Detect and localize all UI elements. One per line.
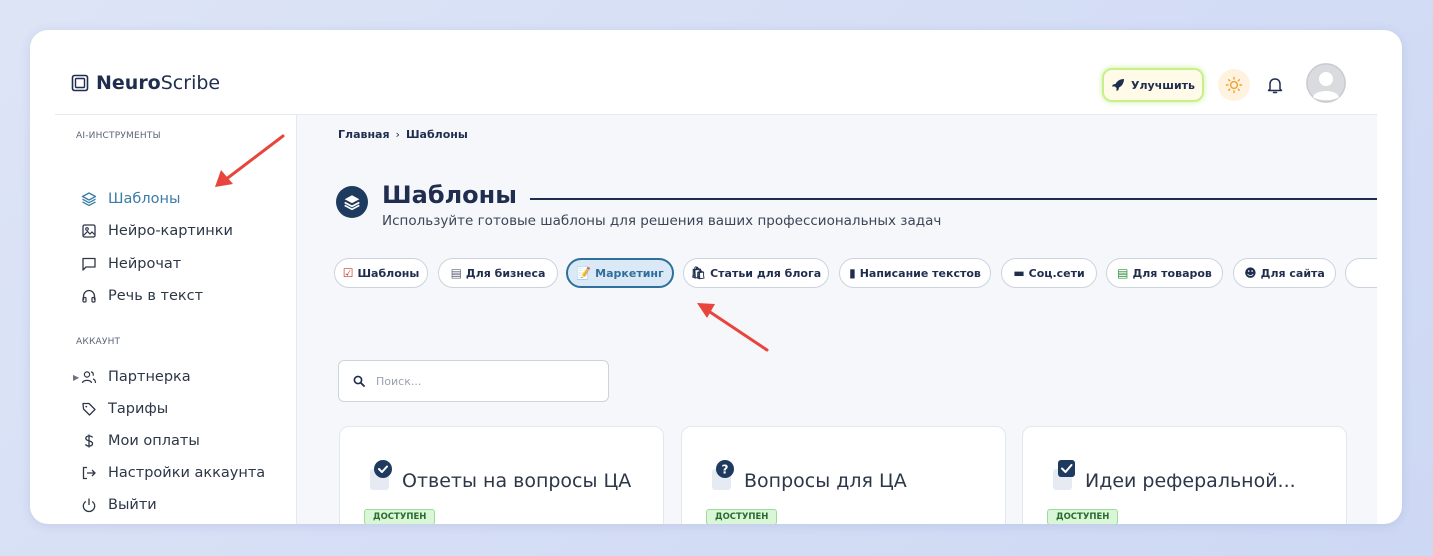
sidebar-item-label: Тарифы (108, 401, 169, 417)
sidebar-item-label: Мои оплаты (108, 433, 200, 449)
template-card[interactable]: Ответы на вопросы ЦА ДОСТУПЕН (339, 426, 664, 524)
breadcrumb-separator: › (395, 128, 400, 141)
shopping-bags-icon: 🛍 (690, 266, 707, 280)
theme-toggle-button[interactable] (1218, 69, 1250, 101)
status-badge: ДОСТУПЕН (364, 509, 436, 524)
filter-chip-label: Шаблоны (357, 266, 420, 280)
status-badge: ДОСТУПЕН (1047, 509, 1119, 524)
sidebar-item-label: Шаблоны (108, 191, 181, 207)
books-icon: ▤ (1117, 266, 1129, 280)
phone-icon: ▮ (849, 266, 856, 280)
logo[interactable]: Neuro Scribe (71, 72, 220, 94)
sun-icon (1225, 76, 1243, 94)
expand-caret-icon[interactable]: ▶ (73, 373, 79, 382)
sidebar-section-title: АККАУНТ (76, 337, 121, 347)
sidebar-item-logout[interactable]: Выйти (81, 494, 157, 516)
checkbox-icon: ☑ (342, 266, 354, 280)
power-icon (82, 498, 96, 513)
dollar-icon (84, 434, 94, 448)
search-input[interactable] (376, 374, 596, 388)
category-filters: ☑ Шаблоны ▤ Для бизнеса 📝 Маркетинг 🛍 Статьи… (334, 258, 1377, 290)
sidebar-item-label: Партнерка (108, 369, 191, 385)
top-bar: Neuro Scribe Улучшить (55, 55, 1377, 115)
sidebar-item-my-payments[interactable]: Мои оплаты (81, 430, 200, 452)
search-icon (353, 375, 365, 387)
memo-icon: 📝 (576, 266, 592, 280)
filter-chip-label: Маркетинг (595, 266, 664, 280)
sidebar-item-label: Настройки аккаунта (108, 465, 266, 481)
filter-chip-label: Написание текстов (859, 266, 981, 280)
template-card[interactable]: ? Вопросы для ЦА ДОСТУПЕН (681, 426, 1006, 524)
upgrade-button[interactable]: Улучшить (1102, 68, 1204, 102)
sidebar-item-neurochat[interactable]: Нейрочат (81, 253, 181, 275)
user-avatar-icon (1306, 63, 1346, 103)
annotation-arrow-icon (215, 134, 285, 187)
sidebar-item-label: Выйти (108, 497, 157, 513)
title-divider (530, 198, 1377, 200)
sidebar-item-templates[interactable]: Шаблоны (81, 188, 180, 210)
filter-chip-social-media[interactable]: ▬ Соц.сети (1001, 258, 1097, 288)
filter-chip-copywriting[interactable]: ▮ Написание текстов (839, 258, 991, 288)
ledger-icon: ▤ (450, 266, 462, 280)
filter-chip-label: Для сайта (1260, 266, 1325, 280)
search-box (338, 360, 609, 402)
filter-chip-label: Соц.сети (1028, 266, 1085, 280)
users-icon (81, 371, 97, 384)
headphones-icon (82, 289, 96, 303)
filter-chip-label: Для бизнеса (465, 266, 546, 280)
filter-chip-marketing[interactable]: 📝 Маркетинг (566, 258, 674, 288)
filter-chip-templates[interactable]: ☑ Шаблоны (334, 258, 428, 288)
filter-chip-business[interactable]: ▤ Для бизнеса (438, 258, 558, 288)
question-circle-icon: ? (712, 460, 734, 490)
sidebar-item-account-settings[interactable]: Настройки аккаунта (81, 462, 265, 484)
sidebar-item-speech-to-text[interactable]: Речь в текст (81, 285, 203, 307)
avatar[interactable] (1306, 63, 1346, 103)
breadcrumb-current: Шаблоны (405, 128, 468, 141)
filter-chip-label: Для товаров (1132, 266, 1212, 280)
card-title: Идеи реферальной... (1085, 470, 1296, 492)
logo-text-bold: Neuro (96, 72, 161, 94)
sidebar-item-label: Речь в текст (108, 288, 204, 304)
annotation-arrow-icon (697, 303, 769, 352)
card-title: Вопросы для ЦА (744, 470, 907, 492)
main-content: Главная › Шаблоны Шаблоны Используйте гото… (298, 115, 1377, 524)
check-circle-icon (370, 460, 392, 490)
upgrade-label: Улучшить (1131, 78, 1195, 92)
svg-text:?: ? (722, 463, 729, 477)
sidebar-item-tariffs[interactable]: Тарифы (81, 398, 168, 420)
page-title: Шаблоны (382, 181, 517, 209)
chat-icon (82, 257, 96, 271)
filter-chip-website[interactable]: ☻ Для сайта (1233, 258, 1336, 288)
sidebar-item-label: Нейрочат (108, 256, 182, 272)
login-icon (82, 466, 96, 480)
sidebar-item-neuro-images[interactable]: Нейро-картинки (81, 220, 233, 242)
sidebar-item-label: Нейро-картинки (108, 223, 233, 239)
filter-chip-blog-articles[interactable]: 🛍 Статьи для блога (683, 258, 829, 288)
app-window: Neuro Scribe Улучшить AI-ИНСТРУМЕНТЫ Шаб… (55, 55, 1377, 524)
smiley-icon: ☻ (1244, 266, 1257, 280)
layers-icon (81, 192, 97, 207)
breadcrumb: Главная › Шаблоны (338, 128, 468, 141)
card-title: Ответы на вопросы ЦА (402, 470, 632, 492)
logo-icon (71, 74, 89, 92)
tag-icon (82, 402, 96, 416)
logo-text-rest: Scribe (160, 72, 221, 94)
page-subtitle: Используйте готовые шаблоны для решения … (382, 213, 942, 229)
filter-chip-label: Статьи для блога (710, 266, 822, 280)
filter-chip-products[interactable]: ▤ Для товаров (1106, 258, 1223, 288)
sidebar-section-title: AI-ИНСТРУМЕНТЫ (76, 131, 161, 141)
checkbox-icon (1053, 460, 1075, 490)
status-badge: ДОСТУПЕН (706, 509, 778, 524)
rocket-icon (1112, 79, 1124, 91)
page-icon (336, 186, 368, 218)
image-icon (82, 224, 96, 238)
bell-icon[interactable] (1265, 75, 1285, 95)
screenshot-frame: Neuro Scribe Улучшить AI-ИНСТРУМЕНТЫ Шаб… (30, 30, 1402, 524)
laptop-icon: ▬ (1013, 266, 1025, 280)
sidebar-item-partners[interactable]: Партнерка (81, 366, 191, 388)
filter-chip-more[interactable] (1345, 258, 1377, 288)
layers-icon (344, 195, 360, 211)
template-card[interactable]: Идеи реферальной... ДОСТУПЕН (1022, 426, 1347, 524)
breadcrumb-home-link[interactable]: Главная (338, 128, 390, 141)
